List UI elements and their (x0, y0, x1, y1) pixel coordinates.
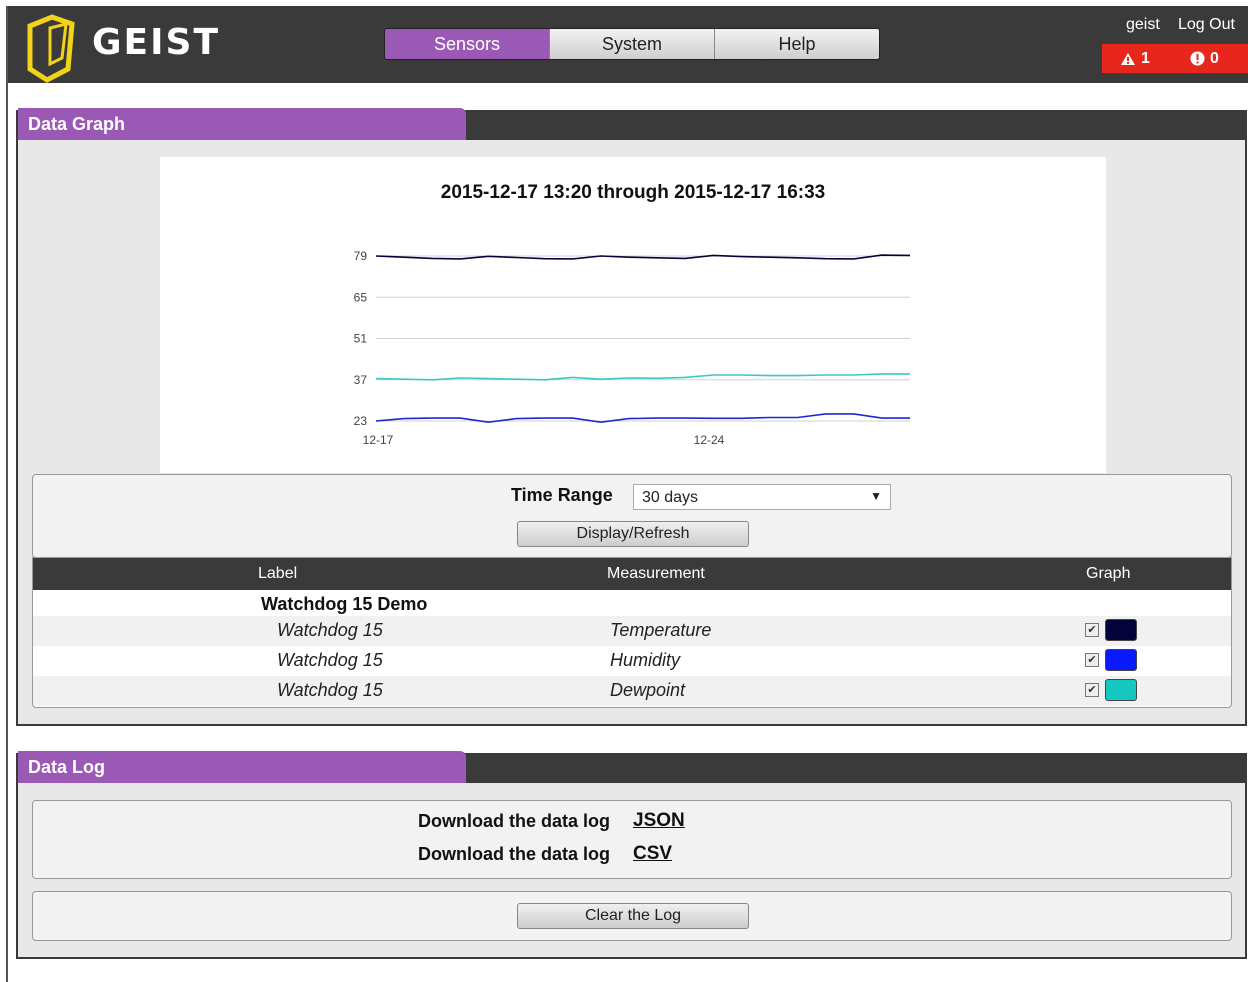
graph-checkbox[interactable]: ✔ (1085, 683, 1099, 697)
header-label: Label (258, 565, 298, 582)
time-range-label: Time Range (511, 485, 613, 505)
alarm-status-bar: 1 0 (1102, 44, 1248, 73)
graph-controls: Time Range 30 days ▼ Display/Refresh (32, 474, 1232, 558)
color-swatch[interactable] (1105, 619, 1137, 641)
table-row: Watchdog 15 Dewpoint ✔ (33, 676, 1231, 706)
x-tick-label: 12-24 (694, 433, 725, 447)
y-tick-label: 23 (354, 414, 368, 428)
main-nav: Sensors System Help (384, 28, 880, 60)
y-tick-label: 79 (354, 249, 368, 263)
data-graph-chart: 2015-12-17 13:20 through 2015-12-17 16:3… (160, 157, 1106, 473)
header-measurement: Measurement (607, 565, 705, 582)
warning-count: 1 (1141, 49, 1150, 67)
tab-sensors[interactable]: Sensors (385, 29, 550, 59)
display-refresh-button[interactable]: Display/Refresh (517, 521, 749, 547)
user-name: geist (1126, 16, 1160, 33)
warning-alarm[interactable]: 1 (1120, 50, 1150, 68)
row-measurement: Dewpoint (610, 680, 686, 700)
group-label: Watchdog 15 Demo (261, 594, 428, 614)
data-log-title: Data Log (18, 751, 466, 783)
top-header: GEIST Sensors System Help geist Log Out … (8, 6, 1248, 83)
time-range-select[interactable]: 30 days ▼ (633, 484, 891, 510)
clear-section: Clear the Log (32, 891, 1232, 941)
tab-system[interactable]: System (550, 29, 715, 59)
y-tick-label: 51 (354, 332, 368, 346)
dropdown-arrow-icon: ▼ (870, 489, 882, 503)
csv-download-link[interactable]: CSV (633, 843, 672, 865)
geist-logo[interactable]: GEIST (22, 14, 222, 84)
warning-triangle-icon (1121, 52, 1135, 65)
data-graph-title: Data Graph (18, 108, 466, 140)
color-swatch[interactable] (1105, 649, 1137, 671)
y-tick-label: 65 (354, 290, 368, 304)
logo-hexagon-icon (27, 14, 75, 83)
download-section: Download the data log JSON Download the … (32, 800, 1232, 879)
data-log-panel: Data Log Download the data log JSON Down… (16, 751, 1247, 959)
row-label: Watchdog 15 (277, 680, 383, 700)
color-swatch[interactable] (1105, 679, 1137, 701)
row-measurement: Humidity (610, 650, 681, 670)
table-row: Watchdog 15 Humidity ✔ (33, 646, 1231, 676)
time-range-value: 30 days (642, 489, 699, 506)
clear-log-button[interactable]: Clear the Log (517, 903, 749, 929)
row-label: Watchdog 15 (277, 620, 383, 640)
chart-plot: 23 37 51 65 79 12-17 12-24 (354, 249, 911, 447)
data-graph-panel: Data Graph 2015-12-17 13:20 through 2015… (16, 108, 1247, 726)
x-tick-label: 12-17 (363, 433, 394, 447)
table-header: Label Measurement Graph (33, 558, 1231, 590)
series-line-dewpoint (375, 373, 910, 381)
graph-checkbox[interactable]: ✔ (1085, 623, 1099, 637)
header-graph: Graph (1086, 565, 1131, 582)
download-csv-label: Download the data log (418, 844, 610, 864)
json-download-link[interactable]: JSON (633, 810, 685, 832)
critical-count: 0 (1210, 49, 1219, 67)
critical-alert-icon (1190, 51, 1205, 66)
y-tick-label: 37 (354, 373, 368, 387)
page-border (6, 6, 8, 982)
sensor-table: Label Measurement Graph Watchdog 15 Demo… (32, 557, 1232, 708)
table-row: Watchdog 15 Temperature ✔ (33, 616, 1231, 646)
logo-text: GEIST (92, 22, 221, 63)
critical-alarm[interactable]: 0 (1190, 50, 1219, 68)
download-json-label: Download the data log (418, 811, 610, 831)
tab-help[interactable]: Help (715, 29, 879, 59)
row-measurement: Temperature (610, 620, 712, 640)
graph-checkbox[interactable]: ✔ (1085, 653, 1099, 667)
row-label: Watchdog 15 (277, 650, 383, 670)
logout-link[interactable]: Log Out (1178, 16, 1235, 34)
